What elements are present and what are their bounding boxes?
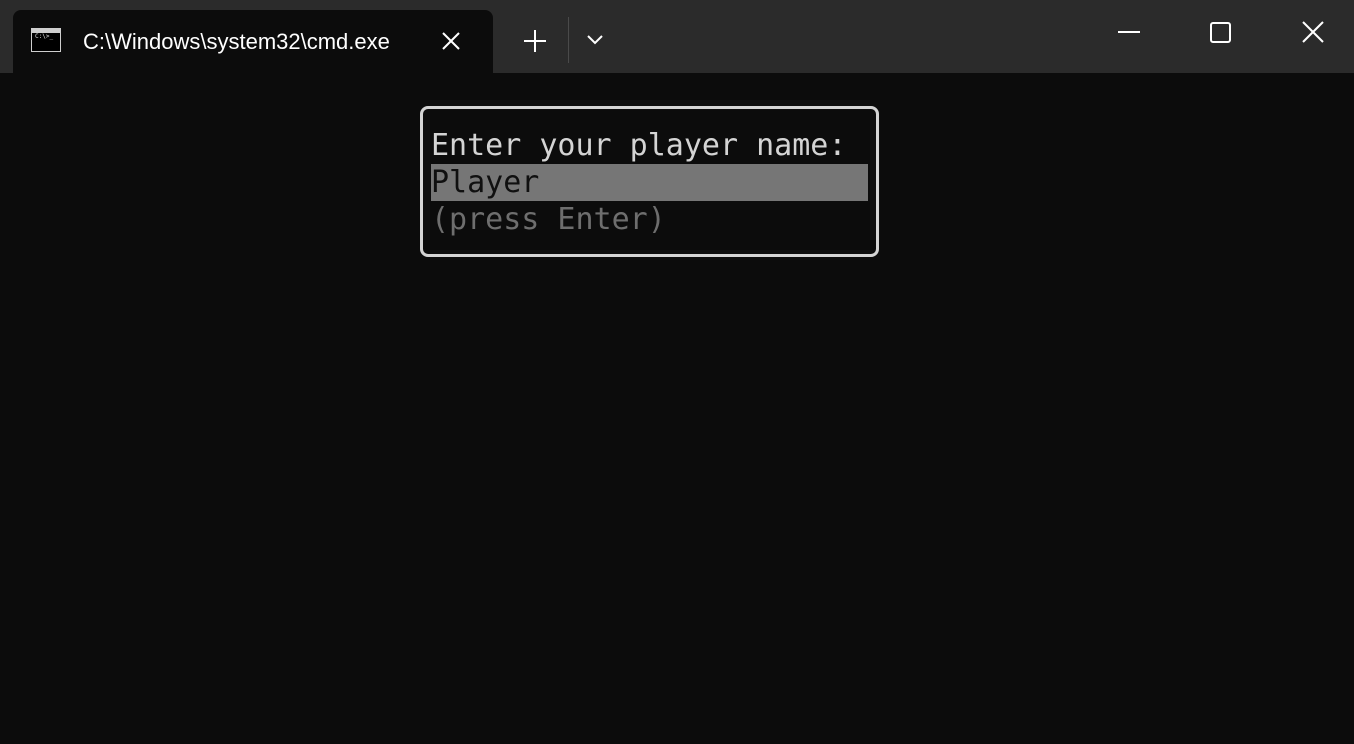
player-name-dialog: Enter your player name: Player (press En… — [420, 106, 879, 257]
chevron-down-icon — [587, 35, 603, 45]
terminal-area[interactable]: Enter your player name: Player (press En… — [0, 73, 1354, 744]
title-bar[interactable]: C:\>_ C:\Windows\system32\cmd.exe — [0, 0, 1354, 73]
minimize-icon — [1118, 31, 1140, 33]
cmd-icon: C:\>_ — [31, 28, 61, 52]
cmd-icon-prompt: C:\>_ — [35, 33, 54, 40]
player-name-input[interactable]: Player — [431, 164, 868, 201]
tab-title: C:\Windows\system32\cmd.exe — [83, 29, 390, 54]
press-enter-hint: (press Enter) — [431, 202, 666, 237]
maximize-icon — [1210, 22, 1231, 43]
tab-dropdown-button[interactable] — [580, 28, 610, 52]
plus-icon — [524, 30, 546, 52]
new-tab-button[interactable] — [518, 24, 552, 58]
maximize-button[interactable] — [1198, 10, 1244, 56]
tab-cmd[interactable]: C:\>_ C:\Windows\system32\cmd.exe — [13, 10, 493, 73]
prompt-label: Enter your player name: — [431, 128, 847, 163]
titlebar-divider — [568, 17, 569, 63]
minimize-button[interactable] — [1106, 10, 1152, 56]
close-window-button[interactable] — [1290, 10, 1336, 56]
close-icon — [1302, 21, 1324, 43]
tab-close-button[interactable] — [436, 26, 466, 56]
close-icon — [442, 32, 460, 50]
